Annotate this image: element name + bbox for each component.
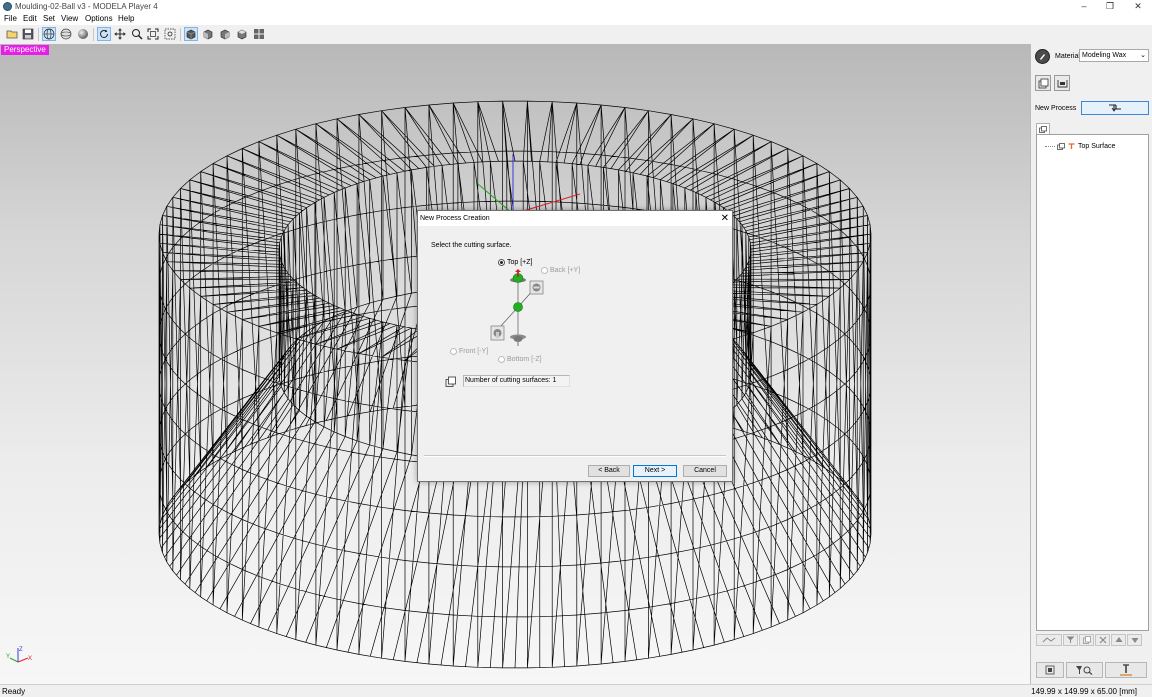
tree-item-label: Top Surface <box>1078 142 1116 150</box>
close-icon[interactable]: ✕ <box>721 213 729 224</box>
panel-bottom-actions <box>1036 662 1149 679</box>
cutting-surface-count: Number of cutting surfaces: 1 <box>463 375 570 387</box>
material-icon <box>1035 49 1050 64</box>
bottom-direction-icon <box>510 334 526 346</box>
cube-front-icon[interactable] <box>201 27 215 41</box>
tree-tab[interactable] <box>1036 123 1050 134</box>
radio-front[interactable]: Front [-Y] <box>450 347 488 356</box>
save-icon[interactable] <box>21 27 35 41</box>
axis-y-label: Y <box>6 654 10 660</box>
preview-button[interactable] <box>1036 662 1064 678</box>
zoom-window-icon[interactable] <box>163 27 177 41</box>
zoom-icon[interactable] <box>130 27 144 41</box>
status-text: Ready <box>2 687 26 696</box>
dialog-title-bar: New Process Creation ✕ <box>418 211 732 226</box>
move-down-button[interactable] <box>1127 634 1142 646</box>
new-process-dialog: New Process Creation ✕ Select the cuttin… <box>417 210 733 482</box>
menu-options[interactable]: Options <box>85 14 113 24</box>
tool-path-button[interactable] <box>1036 634 1062 646</box>
top-direction-icon <box>510 269 526 283</box>
open-folder-icon[interactable] <box>5 27 19 41</box>
sphere-outline-icon[interactable] <box>59 27 73 41</box>
dialog-separator <box>424 455 726 457</box>
shaded-sphere-icon[interactable] <box>76 27 90 41</box>
menu-set[interactable]: Set <box>43 14 55 24</box>
radio-bottom[interactable]: Bottom [-Z] <box>498 355 542 364</box>
menu-help[interactable]: Help <box>118 14 134 24</box>
restore-button[interactable]: ❐ <box>1096 0 1124 13</box>
axis-z-label: Z <box>19 647 23 653</box>
tree-actions <box>1036 634 1149 648</box>
menu-view[interactable]: View <box>61 14 78 24</box>
dialog-title: New Process Creation <box>420 215 490 222</box>
title-bar: Moulding-02-Ball v3 - MODELA Player 4 – … <box>0 0 1152 13</box>
cutting-surfaces-icon <box>445 376 456 387</box>
front-direction-icon <box>490 325 505 341</box>
new-process-icon <box>1109 104 1121 112</box>
radio-front-label: Front [-Y] <box>459 348 489 355</box>
menu-file[interactable]: File <box>4 14 17 24</box>
simulation-button[interactable] <box>1065 662 1103 678</box>
menu-bar: File Edit Set View Options Help <box>0 13 1152 25</box>
cancel-button[interactable]: Cancel <box>683 465 727 477</box>
cut-button[interactable] <box>1104 662 1147 678</box>
origin-sphere-icon <box>513 302 523 312</box>
minimize-button[interactable]: – <box>1070 0 1098 13</box>
material-select[interactable]: Modeling Wax ⌄ <box>1079 49 1149 62</box>
back-button[interactable]: < Back <box>588 465 630 477</box>
stock-setting-button[interactable] <box>1054 75 1070 91</box>
close-window-button[interactable]: ✕ <box>1124 0 1152 13</box>
new-process-button[interactable] <box>1081 101 1149 115</box>
four-views-icon[interactable] <box>252 27 266 41</box>
axis-triad-icon: Z X Y <box>6 647 32 663</box>
status-bar: Ready 149.99 x 149.99 x 65.00 [mm] <box>0 684 1152 697</box>
cube-top-icon[interactable] <box>235 27 249 41</box>
fit-view-icon[interactable] <box>146 27 160 41</box>
perspective-mode-label: Perspective <box>1 45 49 55</box>
radio-bottom-label: Bottom [-Z] <box>507 356 542 363</box>
toolbar <box>0 25 1152 45</box>
tree-item-top-surface[interactable]: Top Surface <box>1045 141 1115 151</box>
process-panel: Material Modeling Wax ⌄ New Process Top … <box>1030 44 1152 684</box>
app-icon <box>3 2 12 11</box>
axis-x-label: X <box>28 656 32 662</box>
cube-side-icon[interactable] <box>218 27 232 41</box>
filter-button[interactable] <box>1063 634 1078 646</box>
menu-edit[interactable]: Edit <box>23 14 37 24</box>
move-up-button[interactable] <box>1111 634 1126 646</box>
perspective-cube-icon[interactable] <box>184 27 198 41</box>
top-surface-icon <box>1068 142 1075 149</box>
pan-icon[interactable] <box>113 27 127 41</box>
next-button[interactable]: Next > <box>633 465 677 477</box>
dialog-prompt: Select the cutting surface. <box>431 242 512 249</box>
new-process-label: New Process <box>1035 105 1077 112</box>
delete-button[interactable] <box>1095 634 1110 646</box>
process-tree[interactable]: Top Surface <box>1036 134 1149 631</box>
wireframe-view-icon[interactable] <box>42 27 56 41</box>
surface-diagram <box>490 269 544 346</box>
process-folder-icon <box>1057 142 1065 150</box>
rotate-icon[interactable] <box>97 27 111 41</box>
back-direction-icon <box>529 280 544 295</box>
material-label: Material <box>1055 53 1080 60</box>
model-dimensions: 149.99 x 149.99 x 65.00 [mm] <box>1031 687 1137 696</box>
process-list-button[interactable] <box>1035 75 1051 91</box>
window-title: Moulding-02-Ball v3 - MODELA Player 4 <box>15 2 158 11</box>
copy-button[interactable] <box>1079 634 1094 646</box>
material-value: Modeling Wax <box>1082 52 1127 59</box>
chevron-down-icon: ⌄ <box>1140 52 1146 59</box>
